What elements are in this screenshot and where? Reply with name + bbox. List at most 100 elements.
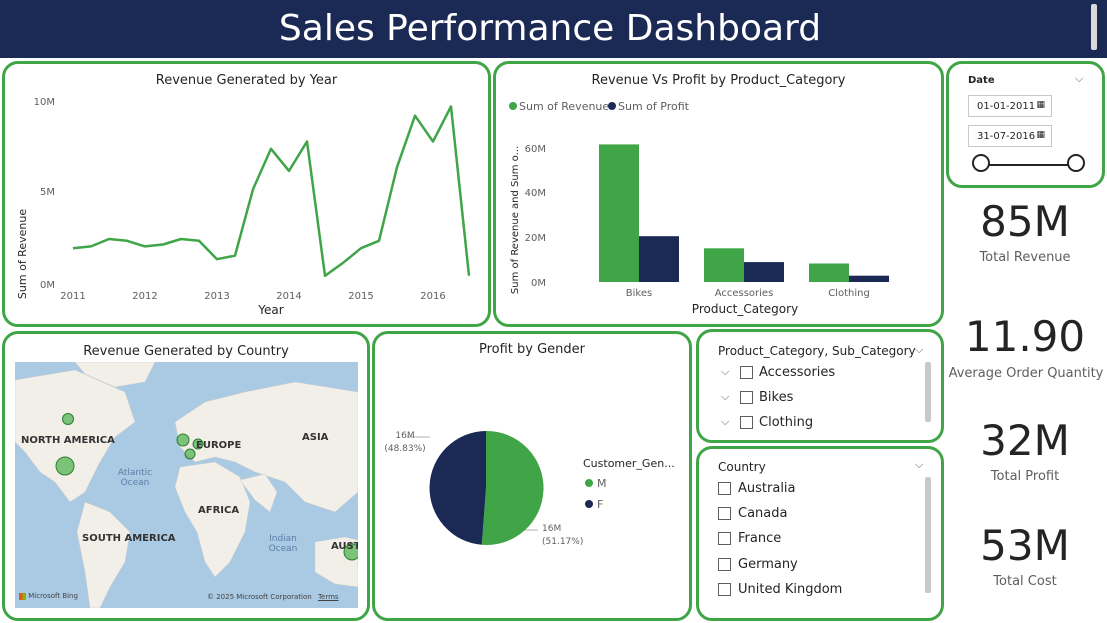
pie-data-label-f: 16M — [395, 431, 414, 441]
map-label-atlantic: Atlantic Ocean — [117, 468, 153, 488]
category-scrollbar[interactable] — [925, 362, 931, 422]
revenue-line — [72, 105, 471, 278]
x-axis-label: Product_Category — [692, 302, 798, 316]
pie-data-label-m-pct: (51.17%) — [542, 537, 583, 547]
calendar-icon[interactable]: ▦ — [1036, 130, 1045, 140]
bar-bikes-profit[interactable] — [639, 236, 679, 282]
bar-bikes-revenue[interactable] — [599, 144, 639, 282]
map-landmass — [15, 362, 358, 608]
y-tick-label: 0M — [531, 278, 546, 289]
country-slicer-card: Country ⌵ Australia Canada France German… — [696, 446, 944, 621]
pie-slice-f[interactable] — [429, 431, 486, 545]
x-tick-label: Accessories — [715, 288, 774, 299]
copyright-text: © 2025 Microsoft Corporation — [207, 593, 312, 601]
page-title: Sales Performance Dashboard — [278, 8, 822, 49]
end-date-value: 31-07-2016 — [977, 131, 1036, 142]
map-label-europe: EUROPE — [196, 440, 242, 451]
bar-clothing-profit[interactable] — [849, 275, 889, 282]
calendar-icon[interactable]: ▦ — [1036, 100, 1045, 110]
date-range-track[interactable] — [982, 164, 1078, 166]
x-tick-label: 2011 — [60, 291, 85, 302]
y-tick-label: 20M — [525, 233, 546, 244]
date-slicer-card: Date ⌵ 01-01-2011 ▦ 31-07-2016 ▦ — [946, 61, 1105, 188]
bar-accessories-profit[interactable] — [744, 262, 784, 282]
country-item-france[interactable]: France — [738, 531, 781, 546]
expand-chevron-icon[interactable]: ⌵ — [721, 365, 729, 379]
map-label-australia: AUST — [331, 541, 358, 552]
pie-legend-swatch — [585, 500, 593, 508]
y-tick-label: 60M — [525, 144, 546, 155]
chevron-down-icon[interactable]: ⌵ — [915, 458, 923, 472]
checkbox-canada[interactable] — [718, 507, 731, 520]
map-label-asia: ASIA — [302, 432, 329, 443]
pie-data-label-m: 16M — [542, 524, 561, 534]
legend-profit-swatch — [608, 102, 616, 110]
avg-order-qty-value: 11.90 — [964, 312, 1086, 361]
date-slicer-title: Date — [968, 75, 995, 86]
bing-brand: Microsoft Bing — [28, 592, 78, 600]
checkbox-bikes[interactable] — [740, 391, 753, 404]
country-scrollbar[interactable] — [925, 477, 931, 593]
category-item-clothing[interactable]: Clothing — [759, 415, 813, 430]
start-date-input[interactable]: 01-01-2011 ▦ — [968, 95, 1052, 117]
country-bubble[interactable] — [55, 456, 75, 476]
checkbox-france[interactable] — [718, 532, 731, 545]
category-slicer-card: Product_Category, Sub_Category ⌵ ⌵ Acces… — [696, 329, 944, 443]
total-profit-label: Total Profit — [990, 469, 1060, 484]
bing-logo: Microsoft Bing — [19, 592, 78, 600]
bar-accessories-revenue[interactable] — [704, 248, 744, 282]
country-bubble[interactable] — [184, 448, 196, 460]
category-item-bikes[interactable]: Bikes — [759, 390, 793, 405]
map-label-africa: AFRICA — [198, 505, 240, 516]
country-item-germany[interactable]: Germany — [738, 557, 798, 572]
range-start-handle[interactable] — [972, 154, 990, 172]
checkbox-germany[interactable] — [718, 558, 731, 571]
bar-clothing-revenue[interactable] — [809, 263, 849, 283]
country-item-canada[interactable]: Canada — [738, 506, 787, 521]
chevron-down-icon[interactable]: ⌵ — [915, 343, 923, 357]
world-map[interactable]: NORTH AMERICA EUROPE ASIA AFRICA SOUTH A… — [15, 362, 358, 608]
x-tick-label: Clothing — [828, 288, 870, 299]
checkbox-clothing[interactable] — [740, 416, 753, 429]
country-item-australia[interactable]: Australia — [738, 481, 796, 496]
y-tick-label: 5M — [40, 187, 55, 198]
total-cost-label: Total Cost — [993, 574, 1057, 589]
pie-legend-label: F — [597, 498, 603, 511]
country-bubble[interactable] — [176, 433, 190, 447]
revenue-vs-profit-card: Revenue Vs Profit by Product_Category Su… — [493, 61, 944, 327]
header-scrollbar[interactable] — [1091, 4, 1097, 50]
country-slicer-title: Country — [718, 460, 766, 474]
pie-slice-m[interactable] — [481, 430, 544, 545]
end-date-input[interactable]: 31-07-2016 ▦ — [968, 125, 1052, 147]
legend-revenue-label: Sum of Revenue — [519, 100, 609, 113]
profit-by-gender-chart: 16M (48.83%) 16M (51.17%) Customer_Gen..… — [384, 430, 675, 547]
map-label-north-america: NORTH AMERICA — [21, 435, 115, 446]
revenue-by-country-card: Revenue Generated by Country NORTH AMERI… — [2, 331, 370, 621]
map-label-south-america: SOUTH AMERICA — [82, 533, 176, 544]
x-axis-label: Year — [257, 303, 283, 317]
y-tick-label: 0M — [40, 280, 55, 291]
expand-chevron-icon[interactable]: ⌵ — [721, 415, 729, 429]
x-tick-label: Bikes — [626, 288, 652, 299]
terms-link[interactable]: Terms — [318, 593, 339, 601]
range-end-handle[interactable] — [1067, 154, 1085, 172]
y-axis-label: Sum of Revenue — [16, 209, 29, 299]
category-item-accessories[interactable]: Accessories — [759, 365, 835, 380]
total-revenue-label: Total Revenue — [979, 250, 1071, 265]
checkbox-accessories[interactable] — [740, 366, 753, 379]
country-item-united-kingdom[interactable]: United Kingdom — [738, 582, 842, 597]
chevron-down-icon[interactable]: ⌵ — [1075, 72, 1083, 86]
y-axis-label: Sum of Revenue and Sum o... — [510, 146, 521, 294]
checkbox-united-kingdom[interactable] — [718, 583, 731, 596]
revenue-by-year-chart: Sum of Revenue Year 0M 5M 10M 2011 2012 … — [16, 97, 471, 317]
avg-order-qty-label: Average Order Quantity — [948, 366, 1104, 381]
x-tick-label: 2013 — [204, 291, 229, 302]
start-date-value: 01-01-2011 — [977, 101, 1036, 112]
revenue-by-country-title: Revenue Generated by Country — [83, 344, 289, 359]
y-tick-label: 10M — [34, 97, 55, 108]
x-tick-label: 2012 — [132, 291, 157, 302]
country-bubble[interactable] — [62, 413, 74, 425]
legend-profit-label: Sum of Profit — [618, 100, 690, 113]
checkbox-australia[interactable] — [718, 482, 731, 495]
expand-chevron-icon[interactable]: ⌵ — [721, 390, 729, 404]
